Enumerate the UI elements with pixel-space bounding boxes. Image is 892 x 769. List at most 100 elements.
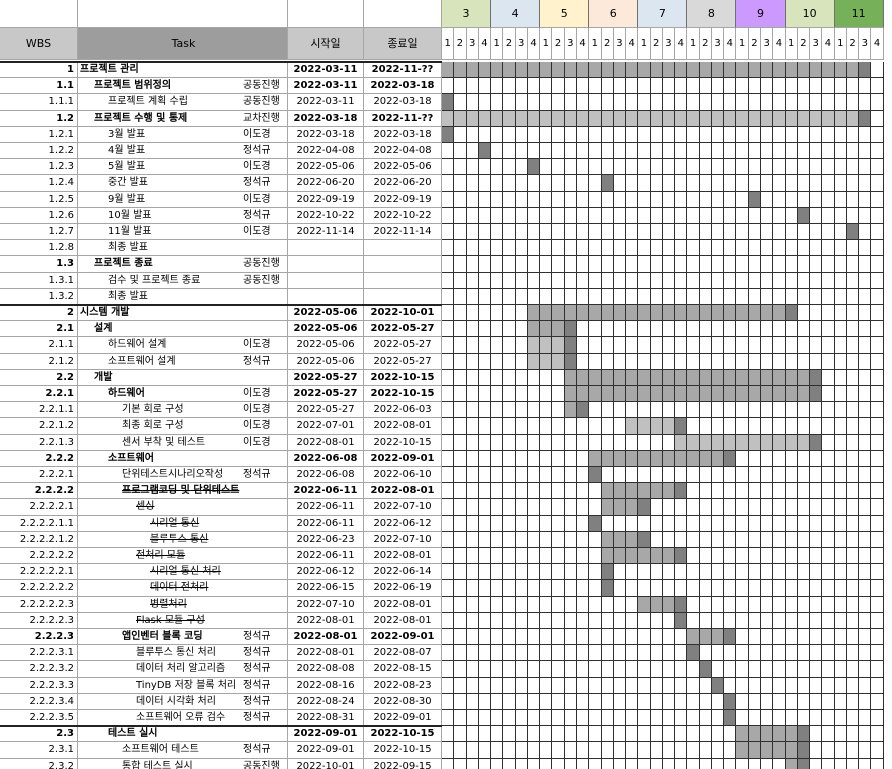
- gantt-cell[interactable]: [638, 580, 651, 597]
- gantt-cell[interactable]: [822, 78, 835, 95]
- gantt-cell[interactable]: [662, 467, 676, 484]
- gantt-cell[interactable]: [589, 758, 602, 769]
- gantt-cell[interactable]: [491, 499, 504, 516]
- gantt-cell[interactable]: [589, 305, 602, 322]
- gantt-cell[interactable]: [834, 434, 847, 451]
- gantt-cell[interactable]: [748, 548, 762, 565]
- gantt-cell[interactable]: [822, 531, 835, 548]
- gantt-cell[interactable]: [442, 742, 455, 759]
- gantt-cell[interactable]: [687, 78, 700, 95]
- gantt-cell[interactable]: [773, 434, 786, 451]
- gantt-cell[interactable]: [810, 677, 823, 694]
- gantt-cell[interactable]: [466, 207, 479, 224]
- gantt-cell[interactable]: [711, 450, 725, 467]
- gantt-cell[interactable]: [711, 483, 725, 500]
- gantt-cell[interactable]: [564, 726, 577, 743]
- gantt-cell[interactable]: [589, 321, 602, 338]
- gantt-cell[interactable]: [736, 742, 749, 759]
- gantt-cell[interactable]: [810, 94, 823, 111]
- gantt-cell[interactable]: [822, 564, 835, 581]
- gantt-cell[interactable]: [540, 353, 553, 370]
- gantt-cell[interactable]: [846, 467, 860, 484]
- gantt-cell[interactable]: [466, 256, 479, 273]
- gantt-cell[interactable]: [736, 629, 749, 646]
- gantt-cell[interactable]: [675, 693, 688, 710]
- gantt-cell[interactable]: [626, 677, 639, 694]
- gantt-cell[interactable]: [699, 94, 712, 111]
- gantt-cell[interactable]: [773, 207, 786, 224]
- gantt-cell[interactable]: [638, 110, 651, 127]
- gantt-cell[interactable]: [626, 78, 639, 95]
- gantt-cell[interactable]: [601, 531, 614, 548]
- gantt-cell[interactable]: [442, 434, 455, 451]
- gantt-cell[interactable]: [626, 564, 639, 581]
- gantt-cell[interactable]: [589, 677, 602, 694]
- gantt-cell[interactable]: [761, 272, 774, 289]
- gantt-cell[interactable]: [626, 240, 639, 257]
- gantt-cell[interactable]: [871, 531, 884, 548]
- gantt-cell[interactable]: [834, 126, 847, 143]
- gantt-cell[interactable]: [822, 191, 835, 208]
- gantt-cell[interactable]: [736, 94, 749, 111]
- gantt-cell[interactable]: [699, 612, 712, 629]
- gantt-cell[interactable]: [773, 629, 786, 646]
- gantt-cell[interactable]: [491, 531, 504, 548]
- gantt-cell[interactable]: [454, 110, 467, 127]
- gantt-cell[interactable]: [576, 531, 590, 548]
- gantt-cell[interactable]: [797, 661, 811, 678]
- gantt-cell[interactable]: [466, 710, 479, 727]
- gantt-cell[interactable]: [442, 62, 455, 79]
- gantt-cell[interactable]: [871, 207, 884, 224]
- gantt-cell[interactable]: [822, 207, 835, 224]
- gantt-cell[interactable]: [626, 402, 639, 419]
- gantt-cell[interactable]: [724, 288, 737, 305]
- gantt-cell[interactable]: [662, 564, 676, 581]
- gantt-cell[interactable]: [589, 710, 602, 727]
- gantt-cell[interactable]: [699, 337, 712, 354]
- gantt-cell[interactable]: [540, 321, 553, 338]
- gantt-cell[interactable]: [454, 62, 467, 79]
- gantt-cell[interactable]: [650, 661, 663, 678]
- gantt-cell[interactable]: [576, 450, 590, 467]
- gantt-cell[interactable]: [773, 596, 786, 613]
- gantt-cell[interactable]: [773, 645, 786, 662]
- gantt-cell[interactable]: [638, 402, 651, 419]
- gantt-cell[interactable]: [491, 467, 504, 484]
- gantt-cell[interactable]: [576, 369, 590, 386]
- gantt-cell[interactable]: [761, 402, 774, 419]
- gantt-cell[interactable]: [478, 78, 492, 95]
- gantt-cell[interactable]: [687, 337, 700, 354]
- gantt-cell[interactable]: [724, 207, 737, 224]
- gantt-cell[interactable]: [871, 483, 884, 500]
- gantt-cell[interactable]: [503, 531, 516, 548]
- gantt-cell[interactable]: [466, 499, 479, 516]
- gantt-cell[interactable]: [724, 126, 737, 143]
- gantt-cell[interactable]: [662, 693, 676, 710]
- gantt-cell[interactable]: [491, 450, 504, 467]
- gantt-cell[interactable]: [834, 272, 847, 289]
- gantt-cell[interactable]: [442, 483, 455, 500]
- gantt-cell[interactable]: [675, 548, 688, 565]
- gantt-cell[interactable]: [454, 126, 467, 143]
- gantt-cell[interactable]: [846, 645, 860, 662]
- gantt-cell[interactable]: [785, 710, 798, 727]
- gantt-cell[interactable]: [552, 159, 565, 176]
- gantt-cell[interactable]: [810, 305, 823, 322]
- gantt-cell[interactable]: [601, 499, 614, 516]
- gantt-cell[interactable]: [822, 110, 835, 127]
- gantt-cell[interactable]: [687, 726, 700, 743]
- gantt-cell[interactable]: [736, 224, 749, 241]
- gantt-cell[interactable]: [454, 548, 467, 565]
- gantt-cell[interactable]: [662, 629, 676, 646]
- gantt-cell[interactable]: [589, 191, 602, 208]
- gantt-cell[interactable]: [564, 126, 577, 143]
- gantt-cell[interactable]: [589, 224, 602, 241]
- gantt-cell[interactable]: [626, 126, 639, 143]
- gantt-cell[interactable]: [491, 78, 504, 95]
- gantt-cell[interactable]: [662, 78, 676, 95]
- gantt-cell[interactable]: [834, 321, 847, 338]
- gantt-cell[interactable]: [650, 580, 663, 597]
- gantt-cell[interactable]: [797, 337, 811, 354]
- gantt-cell[interactable]: [613, 467, 627, 484]
- gantt-cell[interactable]: [810, 402, 823, 419]
